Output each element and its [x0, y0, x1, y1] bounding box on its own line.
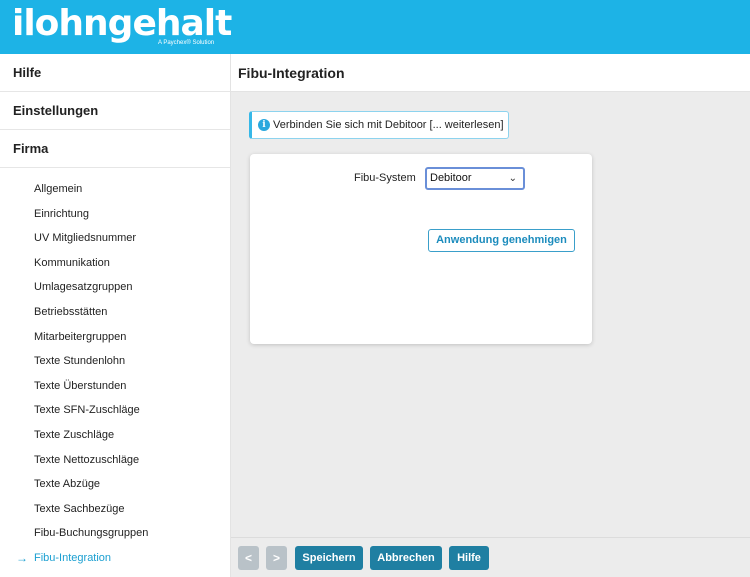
submenu-item-texte-nettozuschlaege[interactable]: Texte Nettozuschläge: [0, 448, 230, 473]
cancel-button[interactable]: Abbrechen: [370, 546, 442, 570]
info-banner[interactable]: i Verbinden Sie sich mit Debitoor [... w…: [249, 111, 509, 139]
top-bar: ilohngehalt A Paychex® Solution: [0, 0, 750, 54]
main-content: Fibu-Integration i Verbinden Sie sich mi…: [231, 54, 750, 537]
submenu-item-betriebsstaetten[interactable]: Betriebsstätten: [0, 300, 230, 325]
prev-button[interactable]: <: [238, 546, 259, 570]
help-button[interactable]: Hilfe: [449, 546, 489, 570]
approve-application-button[interactable]: Anwendung genehmigen: [428, 229, 575, 252]
submenu-item-texte-stundenlohn[interactable]: Texte Stundenlohn: [0, 349, 230, 374]
submenu-item-label: Fibu-Integration: [34, 551, 112, 564]
submenu-item-mitarbeitergruppen[interactable]: Mitarbeitergruppen: [0, 325, 230, 350]
submenu-item-kommunikation[interactable]: Kommunikation: [0, 251, 230, 276]
sidebar-item-firma[interactable]: Firma: [0, 130, 230, 168]
submenu-item-einrichtung[interactable]: Einrichtung: [0, 202, 230, 227]
logo-subtitle: A Paychex® Solution: [158, 40, 215, 46]
page-title: Fibu-Integration: [231, 54, 750, 92]
submenu-item-fibu-buchungsgruppen[interactable]: Fibu-Buchungsgruppen: [0, 521, 230, 546]
fibu-settings-card: Fibu-System Debitoor ⌄ Anwendung genehmi…: [250, 154, 592, 344]
sidebar-item-hilfe[interactable]: Hilfe: [0, 54, 230, 92]
fibu-system-select[interactable]: Debitoor ⌄: [425, 167, 525, 190]
fibu-system-value: Debitoor: [430, 172, 472, 184]
footer-toolbar: < > Speichern Abbrechen Hilfe: [231, 537, 750, 577]
save-button[interactable]: Speichern: [295, 546, 363, 570]
info-text[interactable]: Verbinden Sie sich mit Debitoor [... wei…: [273, 119, 504, 131]
submenu-item-allgemein[interactable]: Allgemein: [0, 177, 230, 202]
submenu-item-uv-mitgliedsnummer[interactable]: UV Mitgliedsnummer: [0, 226, 230, 251]
submenu-item-texte-sfn-zuschlaege[interactable]: Texte SFN-Zuschläge: [0, 398, 230, 423]
info-icon: i: [258, 119, 270, 131]
submenu-item-texte-zuschlaege[interactable]: Texte Zuschläge: [0, 423, 230, 448]
firma-submenu: Allgemein Einrichtung UV Mitgliedsnummer…: [0, 168, 230, 571]
submenu-item-texte-sachbezuege[interactable]: Texte Sachbezüge: [0, 497, 230, 522]
fibu-system-label: Fibu-System: [354, 172, 416, 184]
next-button[interactable]: >: [266, 546, 287, 570]
submenu-item-texte-ueberstunden[interactable]: Texte Überstunden: [0, 374, 230, 399]
submenu-item-umlagesatzgruppen[interactable]: Umlagesatzgruppen: [0, 275, 230, 300]
chevron-down-icon: ⌄: [508, 173, 517, 184]
sidebar-item-einstellungen[interactable]: Einstellungen: [0, 92, 230, 130]
sidebar: Hilfe Einstellungen Firma Allgemein Einr…: [0, 54, 231, 577]
submenu-item-texte-abzuege[interactable]: Texte Abzüge: [0, 472, 230, 497]
active-arrow-icon: →: [16, 550, 28, 565]
submenu-item-fibu-integration[interactable]: → Fibu-Integration: [0, 546, 230, 571]
